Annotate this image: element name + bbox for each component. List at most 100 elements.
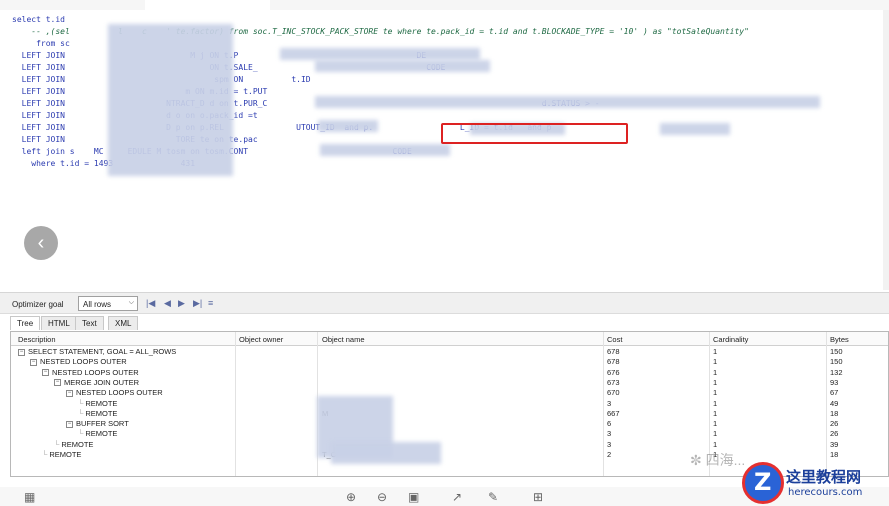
tree-branch-icon: └ — [42, 450, 48, 459]
cell-cardinality: 1 — [713, 398, 718, 408]
cell-cost: 6 — [607, 419, 612, 429]
zoom-out-icon[interactable]: ⊖ — [377, 490, 387, 504]
chevron-down-icon: ⌵ — [128, 299, 134, 306]
cell-cardinality: 1 — [713, 419, 718, 429]
cell-bytes: 67 — [830, 388, 839, 398]
col-object-owner[interactable]: Object owner — [239, 335, 283, 344]
editor-tab[interactable] — [145, 0, 270, 10]
description-text: MERGE JOIN OUTER — [64, 377, 140, 387]
table-row[interactable]: − BUFFER SORT 6 1 26 — [11, 419, 888, 429]
collapse-toggle-icon[interactable]: − — [66, 389, 73, 397]
redaction-blur — [320, 144, 450, 156]
cell-description: └ REMOTE — [78, 429, 117, 439]
wechat-icon: ✼ — [690, 452, 702, 468]
col-cost[interactable]: Cost — [607, 335, 622, 344]
cell-description: − NESTED LOOPS OUTER — [66, 388, 163, 398]
table-row[interactable]: └ REMOTE 3 1 49 — [11, 398, 888, 409]
table-row[interactable]: └REMOTET_C2118 — [11, 450, 888, 460]
optimizer-goal-label: Optimizer goal — [12, 300, 64, 309]
first-step-icon[interactable]: |◀ — [146, 298, 155, 309]
cell-description: − MERGE JOIN OUTER — [54, 378, 139, 388]
prev-step-icon[interactable]: ◀ — [164, 298, 171, 309]
highlight-annotation — [441, 123, 628, 144]
table-row[interactable]: − NESTED LOOPS OUTER 670 1 67 — [11, 388, 888, 398]
col-bytes[interactable]: Bytes — [830, 335, 849, 344]
fit-page-icon[interactable]: ▣ — [408, 490, 419, 504]
cell-cardinality: 1 — [713, 367, 718, 377]
table-row[interactable]: └ REMOTE 3 1 39 — [11, 439, 888, 450]
col-object-name[interactable]: Object name — [322, 335, 365, 344]
cell-bytes: 18 — [830, 450, 839, 459]
cell-cost: 678 — [607, 347, 620, 356]
description-text: BUFFER SORT — [76, 419, 129, 429]
cell-cardinality: 1 — [713, 377, 718, 387]
edit-pen-icon[interactable]: ✎ — [488, 490, 498, 504]
table-row[interactable]: − NESTED LOOPS OUTER 678 1 150 — [11, 357, 888, 367]
cell-cardinality: 1 — [713, 439, 718, 449]
description-text: REMOTE — [49, 450, 82, 459]
cell-bytes: 26 — [830, 419, 839, 429]
tab-html[interactable]: HTML — [41, 316, 77, 330]
sql-line-1: select t.id — [12, 15, 65, 24]
collapse-toggle-icon[interactable]: − — [66, 420, 73, 428]
cell-cost: 2 — [607, 450, 612, 459]
share-icon[interactable]: ↗ — [452, 490, 462, 504]
grid-view-icon[interactable]: ▦ — [24, 490, 35, 504]
crop-icon[interactable]: ⊞ — [533, 490, 543, 504]
settings-sliders-icon[interactable]: ≡ — [208, 298, 213, 308]
tree-branch-icon: └ — [78, 429, 84, 439]
editor-scrollbar[interactable] — [883, 10, 889, 290]
plan-grid[interactable]: Description Object owner Object name Cos… — [10, 331, 889, 477]
last-step-icon[interactable]: ▶| — [193, 298, 202, 309]
tree-branch-icon: └ — [54, 439, 60, 449]
optimizer-goal-value: All rows — [83, 300, 112, 309]
cell-cost: 670 — [607, 388, 620, 398]
description-text: NESTED LOOPS OUTER — [52, 367, 139, 377]
cell-cardinality: 1 — [713, 347, 718, 356]
redaction-blur — [108, 24, 233, 176]
next-step-icon[interactable]: ▶ — [178, 298, 185, 309]
cell-description: − NESTED LOOPS OUTER — [42, 368, 139, 378]
cell-cardinality: 1 — [713, 357, 718, 367]
site-logo: Z 这里教程网 herecours.com — [742, 462, 886, 504]
cell-cost: 673 — [607, 377, 620, 387]
cell-bytes: 26 — [830, 429, 839, 439]
tree-branch-icon: └ — [78, 398, 84, 408]
plan-toolbar: Optimizer goal All rows ⌵ |◀ ◀ ▶ ▶| ≡ — [0, 292, 889, 314]
cell-cost: 3 — [607, 439, 612, 449]
cell-bytes: 93 — [830, 377, 839, 387]
sql-editor[interactable]: select t.id -- ,(sel l c ' te.factor) fr… — [0, 0, 889, 290]
cell-bytes: 18 — [830, 408, 839, 418]
collapse-toggle-icon[interactable]: − — [54, 379, 61, 387]
cell-description: └ REMOTE — [78, 399, 117, 409]
collapse-toggle-icon[interactable]: − — [30, 358, 37, 366]
zoom-in-icon[interactable]: ⊕ — [346, 490, 356, 504]
back-button[interactable]: ‹ — [24, 226, 58, 260]
collapse-toggle-icon[interactable]: − — [42, 369, 49, 377]
tab-tree[interactable]: Tree — [10, 316, 41, 330]
cell-description: └ REMOTE — [54, 440, 93, 450]
description-text: REMOTE — [85, 408, 118, 418]
table-row[interactable]: − NESTED LOOPS OUTER 676 1 132 — [11, 367, 888, 378]
cell-cardinality: 1 — [713, 388, 718, 398]
cell-bytes: 150 — [830, 347, 843, 356]
optimizer-goal-select[interactable]: All rows ⌵ — [78, 296, 138, 311]
site-url: herecours.com — [788, 487, 863, 498]
cell-description: − BUFFER SORT — [66, 419, 129, 429]
cell-cost: 3 — [607, 398, 612, 408]
collapse-toggle-icon[interactable]: − — [18, 348, 25, 356]
cell-bytes: 132 — [830, 367, 843, 377]
col-description[interactable]: Description — [18, 335, 56, 344]
tab-text[interactable]: Text — [75, 316, 104, 330]
cell-cardinality: 1 — [713, 408, 718, 418]
table-row[interactable]: − SELECT STATEMENT, GOAL = ALL_ROWS 678 1 15… — [11, 347, 888, 357]
cell-cost: 678 — [607, 357, 620, 367]
table-row[interactable]: − MERGE JOIN OUTER 673 1 93 — [11, 377, 888, 388]
cell-description: − SELECT STATEMENT, GOAL = ALL_ROWS — [18, 347, 176, 357]
description-text: NESTED LOOPS OUTER — [40, 357, 127, 367]
tab-xml[interactable]: XML — [108, 316, 139, 330]
chevron-left-icon: ‹ — [37, 231, 45, 254]
table-row[interactable]: └ REMOTE 3 1 26 — [11, 429, 888, 439]
col-cardinality[interactable]: Cardinality — [713, 335, 748, 344]
table-row[interactable]: └REMOTEM667118 — [11, 408, 888, 419]
